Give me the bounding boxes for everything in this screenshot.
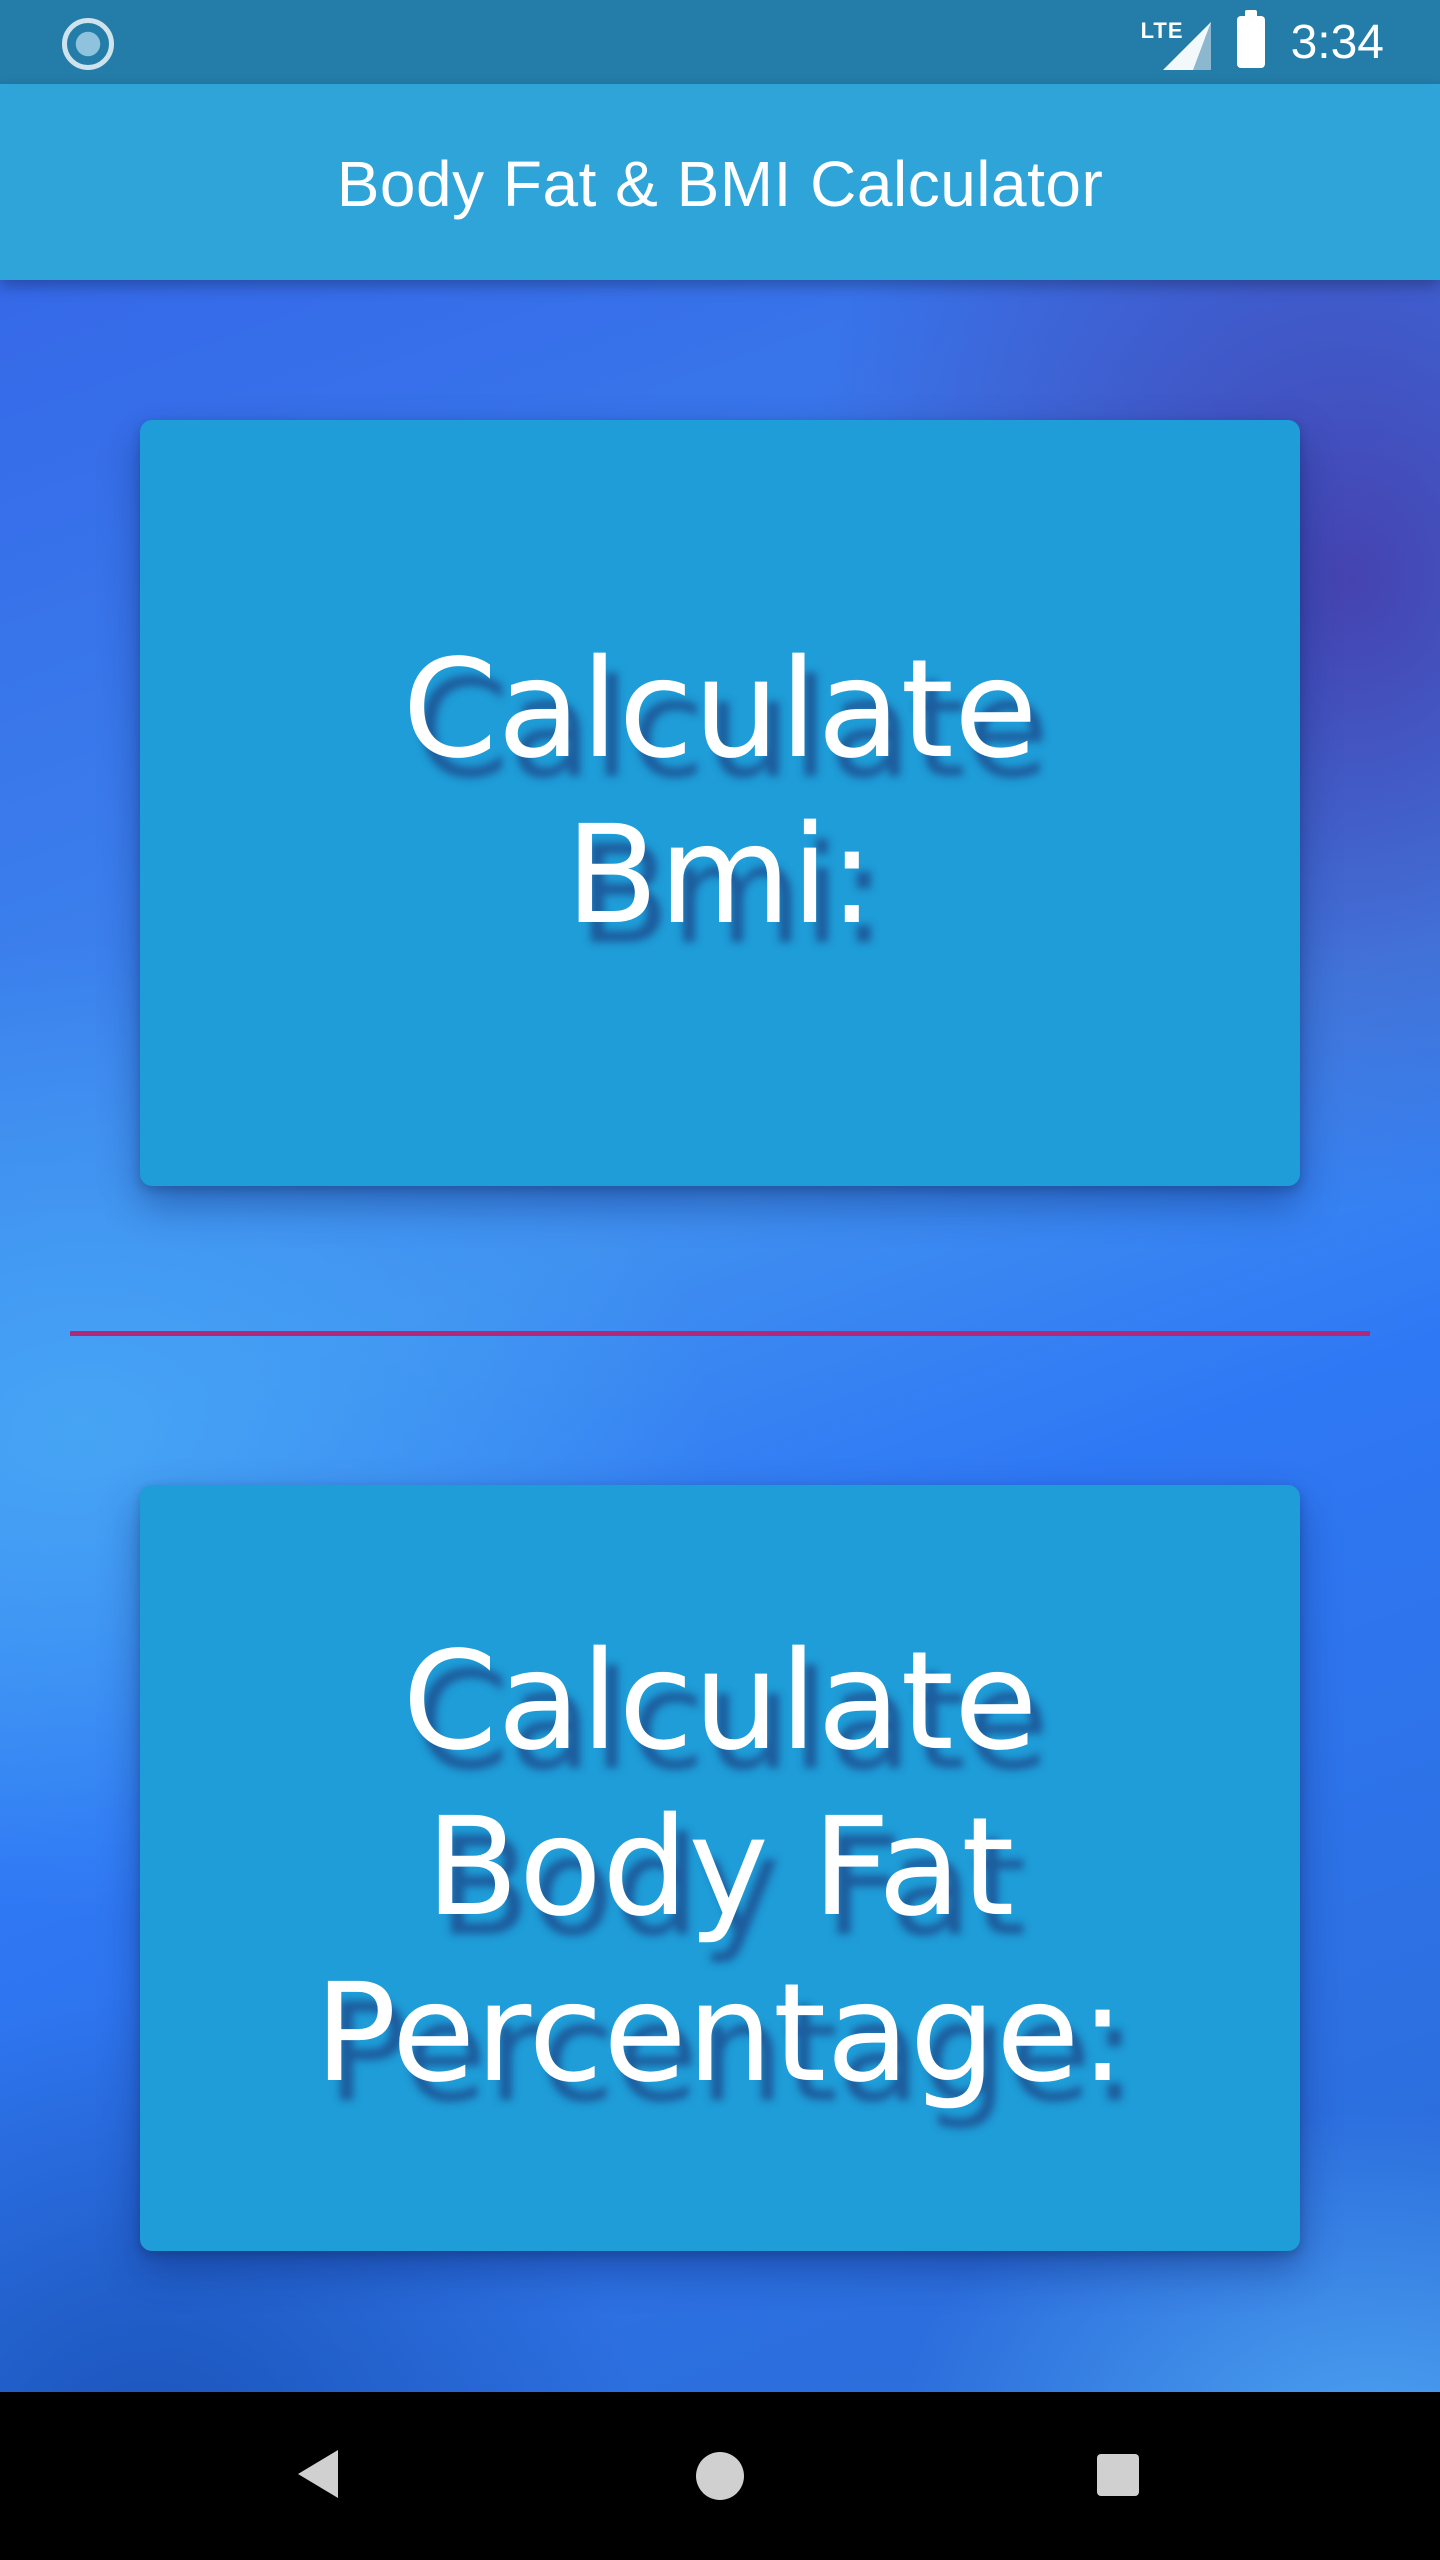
- app-title: Body Fat & BMI Calculator: [336, 148, 1104, 220]
- battery-full-icon: [1236, 10, 1265, 68]
- status-time: 3:34: [1290, 15, 1384, 69]
- status-icons: LTE 3:34: [1141, 0, 1384, 84]
- main-content: Calculate Bmi: Calculate Body Fat Percen…: [0, 280, 1440, 2392]
- home-circle-icon[interactable]: [696, 2452, 744, 2500]
- calculate-body-fat-button[interactable]: Calculate Body Fat Percentage:: [140, 1485, 1300, 2251]
- cell-signal-icon: LTE: [1141, 14, 1211, 70]
- back-triangle-icon[interactable]: [298, 2450, 338, 2498]
- app-bar: Body Fat & BMI Calculator: [0, 84, 1440, 280]
- calculate-bmi-button[interactable]: Calculate Bmi:: [140, 420, 1300, 1186]
- calculate-body-fat-label: Calculate Body Fat Percentage:: [314, 1623, 1126, 2113]
- calculate-bmi-label: Calculate Bmi:: [402, 631, 1038, 955]
- navigation-bar: [0, 2392, 1440, 2560]
- status-bar: LTE 3:34: [0, 0, 1440, 84]
- signal-bars-empty: [1192, 22, 1211, 70]
- recents-square-icon[interactable]: [1097, 2454, 1139, 2496]
- divider: [70, 1331, 1370, 1336]
- screen: LTE 3:34 Body Fat & BMI Calculator Calcu…: [0, 0, 1440, 2560]
- sync-indicator-icon: [62, 18, 114, 70]
